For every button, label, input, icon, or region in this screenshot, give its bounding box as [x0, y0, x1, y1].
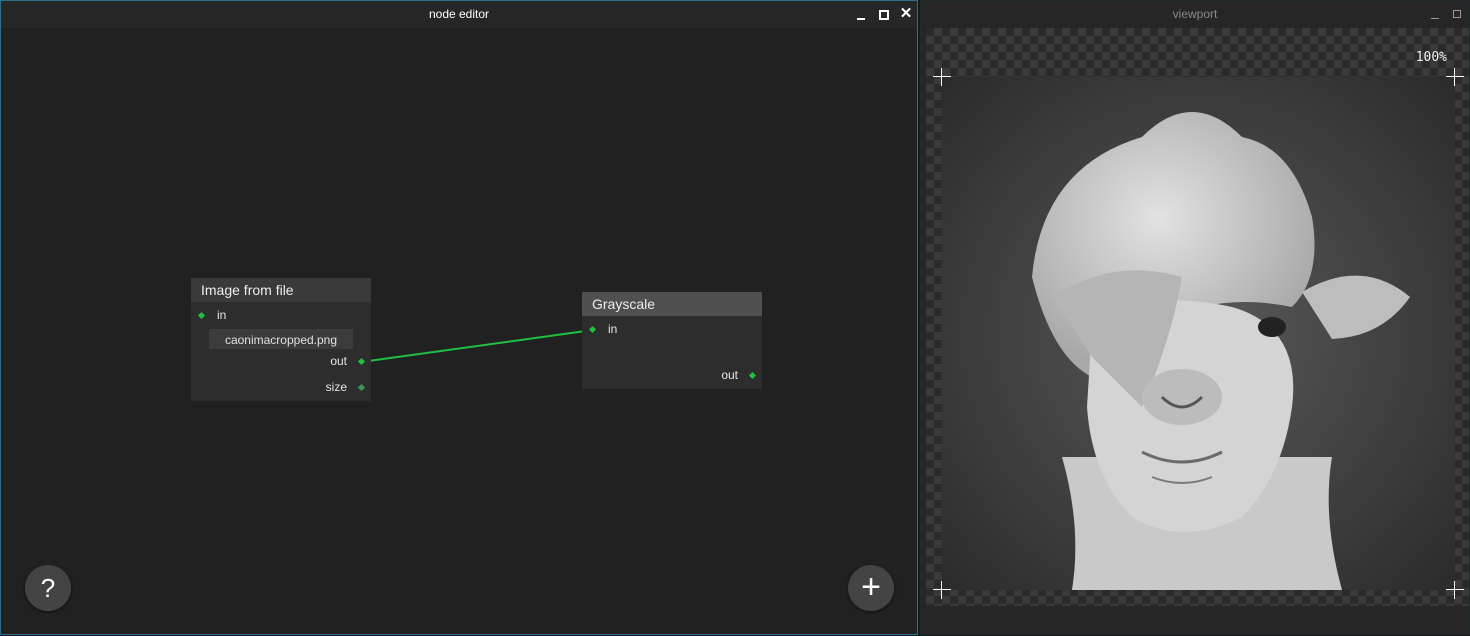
minimize-button[interactable]	[1425, 1, 1447, 28]
viewport-window: viewport 100%	[920, 0, 1470, 635]
viewport-titlebar[interactable]: viewport	[921, 1, 1469, 28]
port-label-out: out	[330, 354, 347, 368]
corner-marker-bottom-right	[1446, 581, 1464, 599]
connection-line	[360, 329, 594, 363]
output-port-size[interactable]	[357, 383, 366, 392]
zoom-level: 100%	[1415, 50, 1447, 65]
node-image-from-file[interactable]: Image from file in caonimacropped.png ou…	[191, 278, 371, 401]
close-button[interactable]: ✕	[895, 1, 917, 28]
add-node-button[interactable]: +	[848, 565, 894, 611]
input-port-in[interactable]	[588, 325, 597, 334]
node-editor-title: node editor	[428, 7, 490, 21]
maximize-button[interactable]	[1447, 1, 1469, 28]
output-port-out[interactable]	[748, 371, 757, 380]
corner-marker-top-left	[933, 68, 951, 86]
node-grayscale[interactable]: Grayscale in out	[582, 292, 762, 389]
node-title[interactable]: Image from file	[191, 278, 371, 302]
node-editor-window: node editor ✕ Image from file in caonima…	[0, 0, 918, 635]
output-port-out[interactable]	[357, 357, 366, 366]
corner-marker-top-right	[1446, 68, 1464, 86]
filename-field[interactable]: caonimacropped.png	[209, 329, 353, 349]
port-label-in: in	[608, 322, 618, 336]
node-title[interactable]: Grayscale	[582, 292, 762, 316]
alpaca-picture	[942, 77, 1455, 590]
input-port-in[interactable]	[197, 311, 206, 320]
help-button[interactable]: ?	[25, 565, 71, 611]
maximize-icon	[879, 10, 889, 20]
minimize-icon	[1431, 18, 1439, 19]
port-label-in: in	[217, 308, 227, 322]
grayscale-alpaca-image	[942, 77, 1455, 590]
viewport-title: viewport	[1172, 7, 1218, 21]
node-connection-wire	[360, 329, 594, 363]
corner-marker-bottom-left	[933, 581, 951, 599]
minimize-button[interactable]	[851, 1, 873, 28]
port-label-out: out	[721, 368, 738, 382]
minimize-icon	[857, 18, 865, 20]
maximize-icon	[1453, 10, 1461, 18]
port-label-size: size	[325, 380, 347, 394]
close-icon: ✕	[899, 5, 913, 22]
maximize-button[interactable]	[873, 1, 895, 28]
node-editor-titlebar[interactable]: node editor ✕	[1, 1, 917, 28]
